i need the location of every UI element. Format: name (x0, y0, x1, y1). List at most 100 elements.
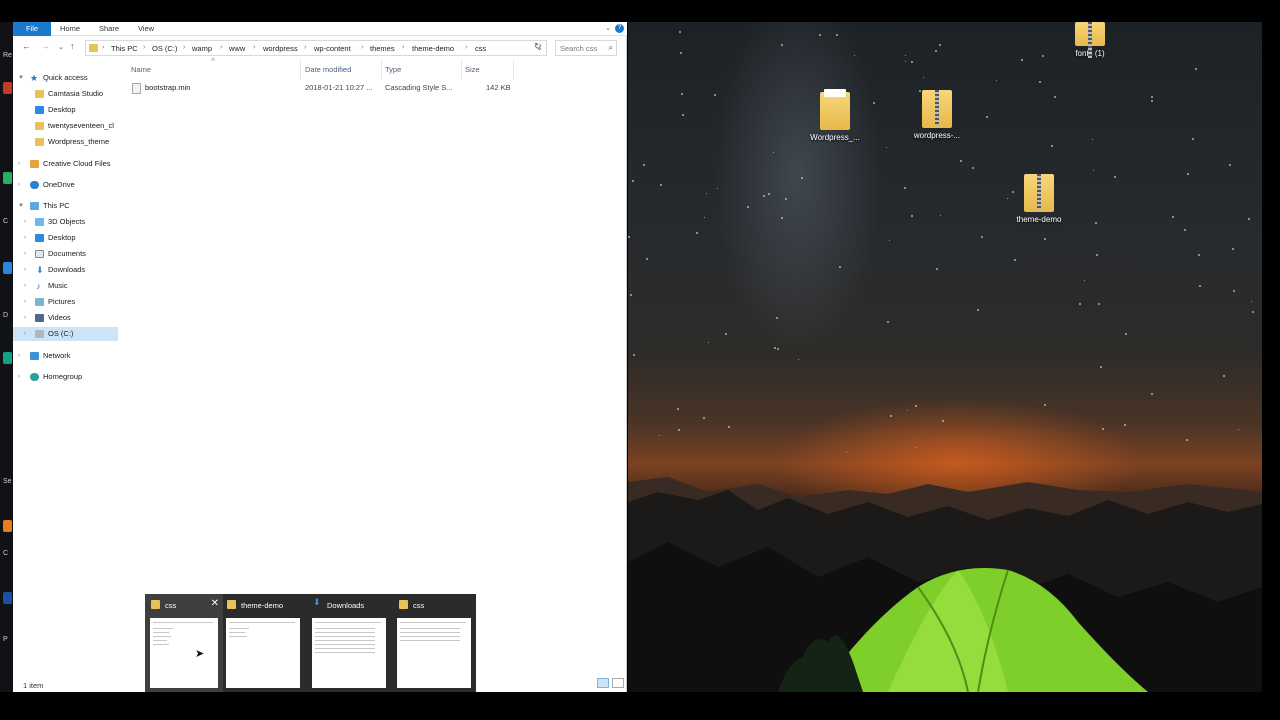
tab-home[interactable]: Home (57, 22, 83, 36)
column-divider[interactable] (300, 60, 301, 79)
breadcrumb-wamp[interactable]: wamp (192, 44, 212, 53)
nav-item-this-pc[interactable]: ▼ This PC (13, 199, 118, 213)
desktop-icon-wordpress-folder[interactable]: Wordpress_... (800, 89, 870, 142)
nav-label: Network (43, 351, 71, 360)
download-icon: ⬇ (36, 265, 44, 275)
expand-ribbon-icon[interactable]: ⌄ (605, 24, 611, 32)
breadcrumb-css[interactable]: css (475, 44, 486, 53)
expand-arrow-icon[interactable]: › (18, 370, 20, 384)
breadcrumb-separator: › (102, 44, 105, 51)
nav-item-desktop-quick[interactable]: Desktop (13, 103, 118, 117)
expand-arrow-icon[interactable]: › (24, 311, 26, 325)
collapse-arrow-icon[interactable]: ▼ (18, 199, 24, 213)
creative-cloud-icon (30, 160, 39, 168)
nav-label: Downloads (48, 265, 86, 274)
nav-item-homegroup[interactable]: › Homegroup (13, 370, 118, 384)
desktop-icon-wordpress-zip[interactable]: wordpress-... (902, 90, 972, 140)
nav-item-music[interactable]: › ♪ Music (13, 279, 118, 293)
nav-item-os-c[interactable]: › OS (C:) (13, 327, 118, 341)
nav-item-onedrive[interactable]: › OneDrive (13, 178, 118, 192)
close-icon[interactable]: ✕ (211, 598, 219, 609)
expand-arrow-icon[interactable]: › (18, 349, 20, 363)
expand-arrow-icon[interactable]: › (24, 231, 26, 245)
nav-label: OneDrive (43, 180, 75, 189)
refresh-icon[interactable]: ↻ (534, 41, 542, 52)
expand-arrow-icon[interactable]: › (24, 327, 26, 341)
nav-item-pictures[interactable]: › Pictures (13, 295, 118, 309)
desktop-icon-label: theme-demo (1016, 215, 1062, 224)
breadcrumb-os-c[interactable]: OS (C:) (152, 44, 177, 53)
nav-item-documents[interactable]: › Documents (13, 247, 118, 261)
nav-label: OS (C:) (48, 329, 74, 338)
tab-share[interactable]: Share (95, 22, 123, 36)
nav-label: twentyseventeen_cl (48, 121, 114, 130)
nav-item-camtasia-studio[interactable]: Camtasia Studio (13, 87, 118, 101)
breadcrumb-themes[interactable]: themes (370, 44, 395, 53)
homegroup-icon (30, 373, 39, 381)
column-header-type[interactable]: Type (385, 63, 401, 77)
help-icon[interactable]: ? (615, 24, 624, 33)
forward-button[interactable]: → (41, 41, 50, 51)
nav-item-creative-cloud[interactable]: › Creative Cloud Files (13, 157, 118, 171)
thumbnail-downloads[interactable]: ⬇ Downloads (309, 594, 395, 692)
thumbnail-css-2[interactable]: css (395, 594, 476, 692)
expand-arrow-icon[interactable]: › (24, 279, 26, 293)
file-row[interactable]: bootstrap.min 2018-01-21 10:27 ... Casca… (130, 80, 530, 96)
recent-locations-icon[interactable]: ⌄ (58, 43, 64, 51)
thumbnail-title: css (165, 601, 177, 610)
column-divider[interactable] (461, 60, 462, 79)
column-divider[interactable] (513, 60, 514, 79)
breadcrumb-wp-content[interactable]: wp-content (314, 44, 351, 53)
column-header-size[interactable]: Size (465, 63, 480, 77)
collapse-arrow-icon[interactable]: ▼ (18, 71, 24, 85)
breadcrumb-this-pc[interactable]: This PC (111, 44, 138, 53)
search-placeholder: Search css (560, 44, 598, 53)
breadcrumb-theme-demo[interactable]: theme-demo (412, 44, 454, 53)
expand-arrow-icon[interactable]: › (18, 178, 20, 192)
nav-item-twentyseventeen[interactable]: twentyseventeen_cl (13, 119, 118, 133)
column-divider[interactable] (381, 60, 382, 79)
breadcrumb-wordpress[interactable]: wordpress (263, 44, 298, 53)
nav-label: Homegroup (43, 372, 83, 381)
expand-arrow-icon[interactable]: › (18, 157, 20, 171)
nav-item-wordpress-theme[interactable]: Wordpress_theme (13, 135, 118, 149)
nav-item-desktop[interactable]: › Desktop (13, 231, 118, 245)
details-view-button[interactable] (597, 678, 609, 688)
breadcrumb-separator: › (402, 44, 405, 51)
status-item-count: 1 item (23, 681, 44, 690)
address-bar[interactable]: › This PC › OS (C:) › wamp › www › wordp… (85, 40, 547, 56)
tab-view[interactable]: View (134, 22, 158, 36)
nav-item-network[interactable]: › Network (13, 349, 118, 363)
large-icons-view-button[interactable] (612, 678, 624, 688)
breadcrumb-separator: › (465, 44, 468, 51)
expand-arrow-icon[interactable]: › (24, 247, 26, 261)
app-icon (3, 592, 12, 604)
desktop: fonts (1) Wordpress_... wordpress-... th… (628, 22, 1262, 692)
music-icon: ♪ (36, 281, 41, 291)
desktop-icon-fonts[interactable]: fonts (1) (1055, 22, 1125, 58)
breadcrumb-www[interactable]: www (229, 44, 245, 53)
folder-icon (35, 122, 44, 130)
expand-arrow-icon[interactable]: › (24, 263, 26, 277)
thumbnail-css-1[interactable]: css ✕ (145, 594, 223, 692)
column-header-date-modified[interactable]: Date modified (305, 63, 351, 77)
column-header-name[interactable]: Name (131, 63, 151, 77)
desktop-icon (35, 106, 44, 114)
back-button[interactable]: ← (22, 41, 31, 51)
search-input[interactable]: Search css ⌕ (555, 40, 617, 56)
background-window-strip: Re C D Se C P (0, 22, 13, 692)
nav-item-quick-access[interactable]: ▼ ★ Quick access (13, 71, 118, 85)
nav-item-downloads[interactable]: › ⬇ Downloads (13, 263, 118, 277)
thumbnail-theme-demo[interactable]: theme-demo (223, 594, 309, 692)
desktop-icon-theme-demo[interactable]: theme-demo (1004, 174, 1074, 224)
expand-arrow-icon[interactable]: › (24, 295, 26, 309)
tab-file[interactable]: File (13, 22, 51, 36)
nav-item-3d-objects[interactable]: › 3D Objects (13, 215, 118, 229)
videos-icon (35, 314, 44, 322)
nav-item-videos[interactable]: › Videos (13, 311, 118, 325)
expand-arrow-icon[interactable]: › (24, 215, 26, 229)
nav-label: Wordpress_theme (48, 137, 110, 146)
folder-icon (820, 89, 850, 130)
desktop-icon (35, 234, 44, 242)
up-button[interactable]: ↑ (70, 41, 75, 51)
